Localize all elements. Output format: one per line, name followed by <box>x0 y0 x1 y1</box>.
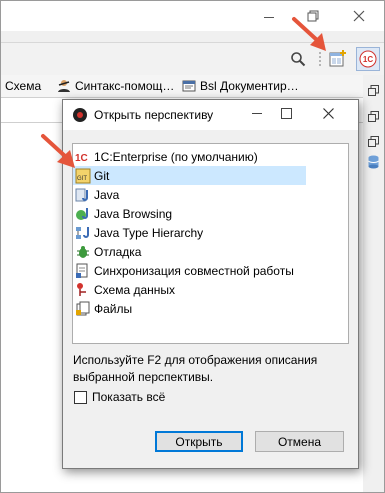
open-perspective-dialog: Открыть перспективу 1C 1C:Enterprise (по… <box>62 99 359 469</box>
restore-view-icon[interactable] <box>368 111 379 122</box>
dialog-close-button[interactable] <box>323 105 334 123</box>
tab-label: Bsl Документир… <box>200 79 299 93</box>
syntax-helper-icon <box>58 80 70 92</box>
item-label: Git <box>94 168 110 183</box>
show-all-label: Показать всё <box>92 390 166 404</box>
list-item[interactable]: Синхронизация совместной работы <box>73 261 306 280</box>
tab-syntax-helper[interactable]: Синтакс-помощ… <box>57 77 174 95</box>
java-browsing-icon <box>75 206 91 222</box>
debug-icon <box>75 244 91 260</box>
cancel-button[interactable]: Отмена <box>255 431 344 452</box>
editor-tabs: Схема Синтакс-помощ… Bsl Документир… <box>1 75 363 98</box>
close-button[interactable] <box>337 1 381 31</box>
list-item[interactable]: Схема данных <box>73 280 306 299</box>
1c-badge-label: 1C <box>362 54 374 64</box>
item-label: Java <box>94 187 120 202</box>
sync-icon <box>75 263 91 279</box>
list-item[interactable]: Java Type Hierarchy <box>73 223 306 242</box>
java-icon <box>75 187 91 203</box>
tab-label: Синтакс-помощ… <box>75 79 175 93</box>
minimize-button[interactable] <box>247 1 291 31</box>
show-all-checkbox[interactable] <box>74 390 87 404</box>
list-item[interactable]: Файлы <box>73 299 306 318</box>
show-all-checkbox-row[interactable]: Показать всё <box>74 390 165 404</box>
dialog-title-bar: Открыть перспективу <box>63 100 358 130</box>
tab-label: Схема <box>5 79 42 93</box>
restore-view-icon[interactable] <box>368 85 379 96</box>
files-icon <box>75 301 91 317</box>
hint-text: Используйте F2 для отображения описания … <box>73 353 318 384</box>
list-item[interactable]: 1C 1C:Enterprise (по умолчанию) <box>73 147 306 166</box>
list-item[interactable]: GIT Git <box>73 166 306 185</box>
open-button[interactable]: Открыть <box>155 431 243 452</box>
item-label: Схема данных <box>94 282 176 297</box>
svg-text:GIT: GIT <box>77 176 87 182</box>
list-item[interactable]: Java <box>73 185 306 204</box>
right-side-strip <box>363 75 384 492</box>
annotation-arrow <box>41 134 75 168</box>
tab-bsl-doc[interactable]: Bsl Документир… <box>182 77 299 95</box>
restore-view-icon[interactable] <box>368 136 379 147</box>
tab-schema[interactable]: Схема <box>5 77 41 95</box>
dialog-maximize-button[interactable] <box>281 108 292 119</box>
database-icon[interactable] <box>368 155 379 169</box>
java-hierarchy-icon <box>75 225 91 241</box>
perspective-list[interactable]: 1C 1C:Enterprise (по умолчанию) GIT Git … <box>72 143 349 344</box>
annotation-arrow <box>292 17 326 51</box>
app-logo-icon <box>73 108 87 122</box>
item-label: Java Browsing <box>94 206 173 221</box>
list-item[interactable]: Отладка <box>73 242 306 261</box>
bsl-doc-icon <box>182 80 196 92</box>
item-label: Синхронизация совместной работы <box>94 263 294 278</box>
dialog-title: Открыть перспективу <box>94 108 214 122</box>
1c-perspective-button[interactable]: 1C <box>356 47 380 71</box>
list-item[interactable]: Java Browsing <box>73 204 306 223</box>
item-label: Java Type Hierarchy <box>94 225 204 240</box>
open-perspective-icon[interactable] <box>328 49 348 69</box>
item-label: Файлы <box>94 301 133 316</box>
item-label: 1C:Enterprise (по умолчанию) <box>94 149 258 164</box>
data-schema-icon <box>75 282 91 298</box>
app-window: 1C Схема Синтакс-помощ… Bsl Документир… … <box>0 0 385 493</box>
dialog-minimize-button[interactable] <box>252 113 262 114</box>
close-icon <box>323 108 334 119</box>
close-icon <box>353 10 365 22</box>
minimize-icon <box>264 16 274 18</box>
item-label: Отладка <box>94 244 142 259</box>
